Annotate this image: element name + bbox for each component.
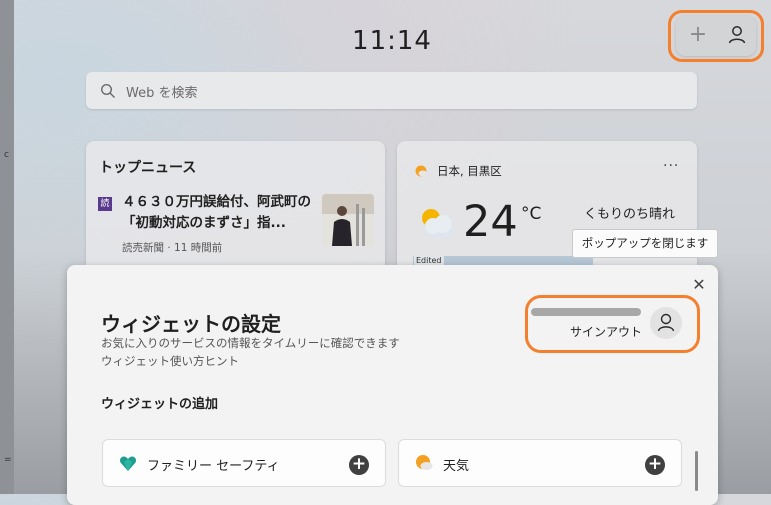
close-icon[interactable]: ✕ [691, 277, 707, 293]
news-thumbnail[interactable] [322, 194, 374, 246]
family-safety-icon [120, 456, 136, 471]
panel-description: お気に入りのサービスの情報をタイムリーに確認できます [101, 336, 400, 350]
partly-cloudy-icon [422, 209, 455, 239]
search-icon [100, 83, 115, 98]
add-widgets-heading: ウィジェットの追加 [101, 397, 219, 412]
search-input[interactable]: Web を検索 [126, 82, 197, 101]
news-card-title: トップニュース [99, 160, 197, 176]
news-source-logo: 読 [98, 197, 112, 211]
weather-location: 日本, 目黒区 [437, 164, 502, 178]
widget-tips-link[interactable]: ウィジェット使い方ヒント [101, 353, 239, 369]
add-circle-icon[interactable]: + [645, 455, 665, 475]
scrollbar[interactable] [695, 451, 698, 491]
panel-title: ウィジェットの設定 [101, 312, 281, 336]
more-options-icon[interactable]: ··· [663, 158, 679, 174]
news-source: 読売新聞 · 11 時間前 [122, 242, 223, 254]
close-popup-tooltip: ポップアップを閉じます [572, 229, 718, 258]
highlight-account-area [525, 295, 700, 353]
clock: 11:14 [352, 26, 432, 56]
weather-condition: くもりのち晴れ [584, 207, 676, 222]
desktop-edge-mark: c [4, 150, 9, 160]
temperature-unit[interactable]: °C [521, 204, 541, 224]
news-photo-image [322, 194, 374, 246]
weather-sun-icon [415, 165, 428, 177]
weather-sun-icon [416, 455, 433, 470]
desktop-edge-mark: = [4, 455, 12, 465]
news-headline[interactable]: ４６３０万円誤給付、阿武町の「初動対応のまずさ」指... [122, 192, 322, 234]
widget-tile-label: ファミリー セーフティ [147, 459, 280, 474]
search-box[interactable]: Web を検索 [86, 72, 697, 109]
widget-tile-weather[interactable]: 天気 + [398, 439, 682, 487]
news-card[interactable]: トップニュース 読 ４６３０万円誤給付、阿武町の「初動対応のまずさ」指... 読… [86, 141, 385, 276]
weather-temperature: 24 [463, 197, 518, 247]
widget-tile-family-safety[interactable]: ファミリー セーフティ + [102, 439, 386, 487]
widget-tile-label: 天気 [443, 459, 470, 474]
add-circle-icon[interactable]: + [349, 455, 369, 475]
highlight-top-actions [668, 10, 764, 62]
desktop-edge: c = [0, 0, 14, 494]
weather-map-tag: Edited [414, 256, 444, 265]
